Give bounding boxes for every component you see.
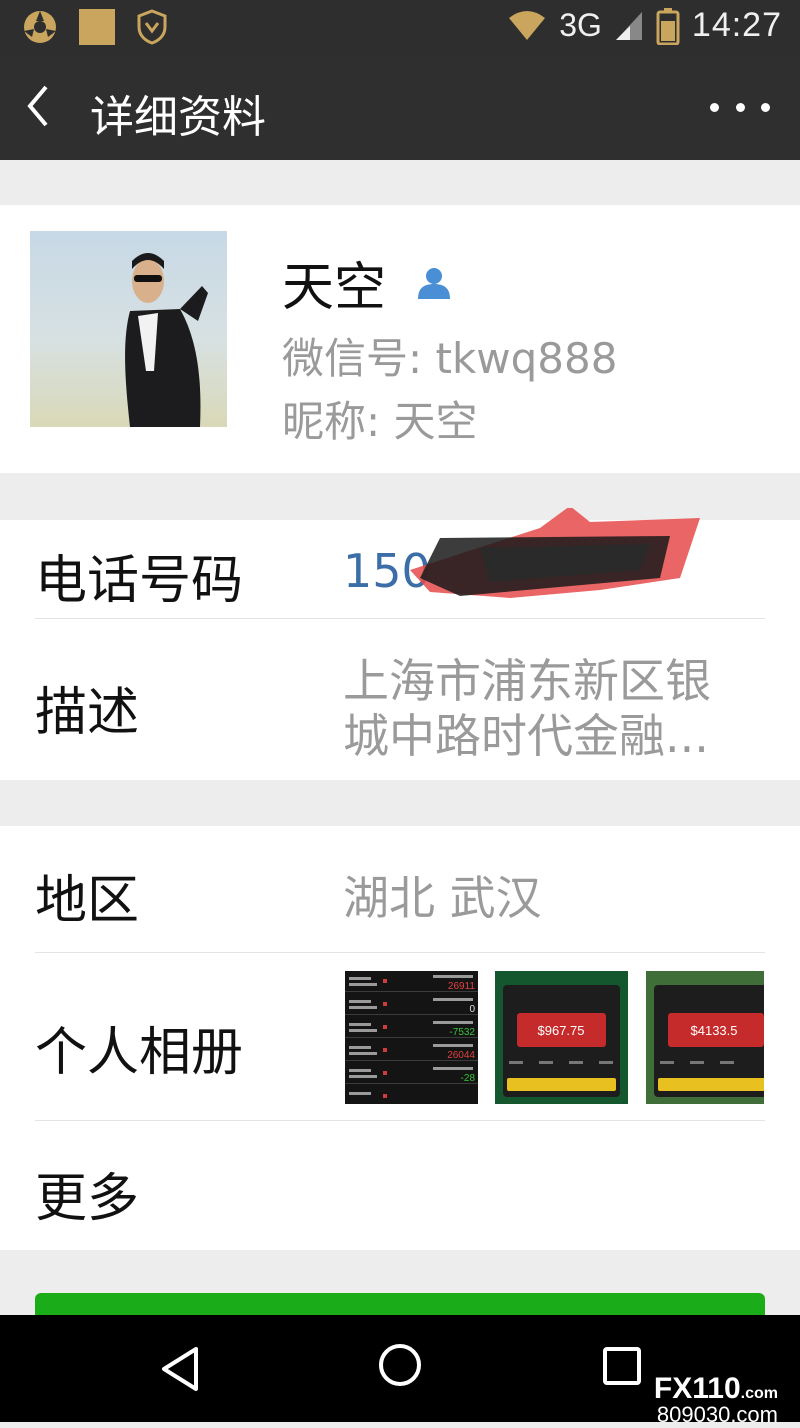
more-options-button[interactable] [710,85,770,130]
region-label: 地区 [35,871,140,931]
nav-home-icon[interactable] [378,1343,422,1387]
divider [35,618,765,619]
thumb-value: 0 [469,1004,475,1015]
status-icons-right: 3G 14:27 [507,6,782,45]
divider [35,1120,765,1121]
description-label: 描述 [35,683,140,743]
back-button[interactable] [22,81,72,136]
nickname: 昵称: 天空 [282,397,478,446]
album-thumb-1[interactable]: 26911 0 -7532 26044 -28 [345,971,478,1104]
page-title: 详细资料 [90,92,266,143]
clock: 14:27 [691,6,782,44]
wechat-id: 微信号: tkwq888 [282,334,618,383]
divider [35,952,765,953]
profile-name: 天空 [282,258,387,318]
thumb-value: -7532 [449,1027,475,1038]
description-line-2: 城中路时代金融... [343,709,709,763]
region-value: 湖北 武汉 [343,871,542,925]
more-label[interactable]: 更多 [35,1156,139,1231]
nav-recents-icon[interactable] [603,1347,641,1385]
status-icons-left [22,8,168,46]
thumb-value: -28 [461,1073,476,1084]
redaction-scribble [410,508,700,598]
trade-card-thumbnail: $967.75 [503,985,620,1097]
thumb-amount: $967.75 [538,1023,585,1038]
album-thumb-3[interactable]: $4133.5 [646,971,764,1104]
notification-square-icon [79,9,115,45]
chevron-left-icon [27,85,48,127]
name-row: 天空 [282,245,452,320]
thumb-amount: $4133.5 [691,1023,738,1038]
status-bar: 3G 14:27 [0,0,800,55]
watermark: FX110.com 809030.com [654,1372,778,1428]
trade-card-thumbnail: $4133.5 [654,985,764,1097]
network-type: 3G [559,7,602,43]
dot-icon [735,103,745,112]
watermark-logo: FX110.com [654,1372,778,1406]
dot-icon [710,103,719,112]
thumb-value: 26044 [447,1050,475,1061]
phone-label: 电话号码 [35,551,244,611]
avatar[interactable] [30,231,227,427]
watermark-url: 809030.com [656,1402,778,1427]
contact-info-card: 电话号码 150 描述 上海市浦东新区银 城中路时代金融... [0,508,800,780]
thumb-value: 26911 [448,981,476,992]
profile-card[interactable]: 天空 微信号: tkwq888 昵称: 天空 [0,205,800,473]
app-icon [24,11,56,43]
details-card: 地区 湖北 武汉 个人相册 26911 0 -7532 26044 -28 $9… [0,826,800,1250]
watermark-logo-suffix: .com [740,1385,778,1402]
dot-icon [761,103,770,112]
nav-back-icon[interactable] [158,1345,202,1393]
title-bar: 详细资料 [0,55,800,160]
avatar-photo [125,253,208,427]
album-thumb-2[interactable]: $967.75 [495,971,628,1104]
trade-list-thumbnail: 26911 0 -7532 26044 -28 [345,975,478,1098]
album-label: 个人相册 [35,1023,244,1083]
person-icon [418,267,451,299]
wifi-icon [509,10,546,40]
shield-icon [137,9,167,45]
battery-icon [656,7,680,45]
signal-icon [615,11,642,40]
watermark-logo-text: FX110 [653,1372,741,1405]
